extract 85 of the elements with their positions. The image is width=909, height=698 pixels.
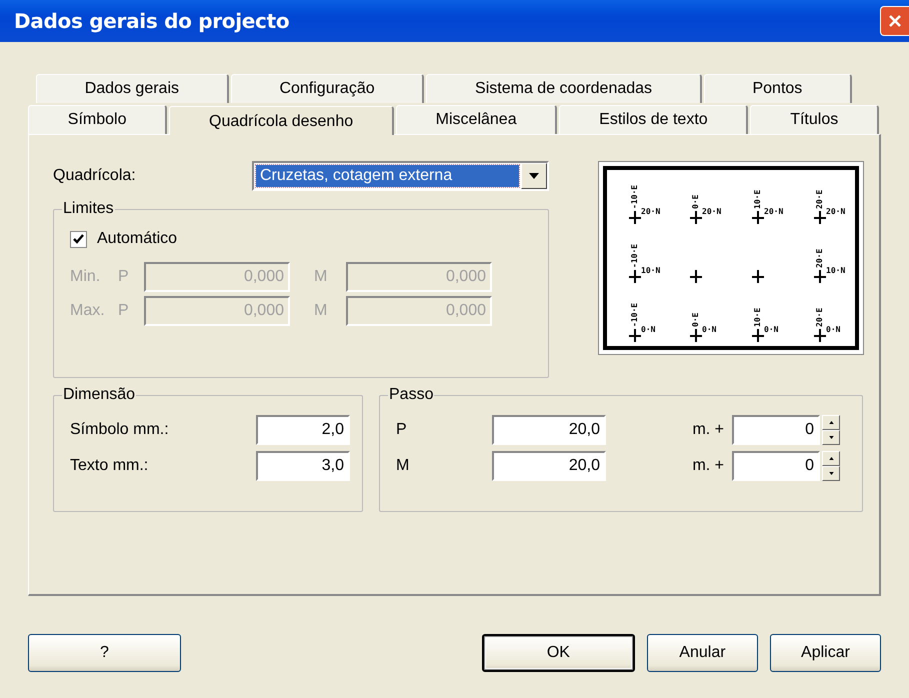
easting-label: -10·E: [630, 184, 639, 209]
tab[interactable]: Pontos: [704, 74, 852, 103]
tab[interactable]: Quadrícola desenho: [169, 106, 394, 135]
easting-label: -10·E: [630, 302, 639, 327]
input-field[interactable]: 2,0: [256, 415, 350, 445]
cross-mark: [689, 328, 703, 343]
checkmark-icon: [73, 234, 84, 244]
cross-mark: [628, 328, 642, 343]
northing-label: 0·N: [826, 325, 840, 334]
group-title: Dimensão: [62, 386, 136, 404]
field-label: m. +: [691, 457, 725, 475]
dialog-button[interactable]: Anular: [646, 634, 758, 672]
northing-label: 20·N: [702, 207, 722, 216]
easting-label: 20·E: [815, 190, 824, 209]
cross-mark: [689, 269, 703, 284]
down-arrow-icon: [828, 436, 834, 439]
input-field[interactable]: 0: [732, 415, 820, 445]
up-arrow-icon: [828, 457, 834, 460]
easting-label: 10·E: [753, 190, 762, 209]
dropdown-value: Cruzetas, cotagem externa: [256, 165, 519, 187]
down-arrow-icon: [828, 472, 834, 475]
easting-label: 0·E: [691, 194, 700, 209]
dialog-button[interactable]: ?: [28, 634, 181, 672]
northing-label: 20·N: [764, 207, 784, 216]
spin-down-button[interactable]: [822, 466, 840, 481]
field-label: Símbolo mm.:: [69, 421, 170, 439]
easting-label: 10·E: [753, 308, 762, 327]
field-label: m. +: [691, 421, 725, 439]
easting-label: -10·E: [630, 244, 639, 268]
cross-mark: [813, 269, 827, 284]
tab[interactable]: Miscelânea: [396, 105, 558, 134]
field-label: M: [314, 268, 328, 286]
caret-icon: [529, 173, 539, 179]
field-label: P: [118, 302, 130, 320]
cross-mark: [813, 328, 827, 343]
grid-style-dropdown[interactable]: Cruzetas, cotagem externa: [252, 161, 549, 191]
row-label: Min.: [69, 268, 102, 286]
easting-label: 20·E: [815, 308, 824, 327]
northing-label: 0·N: [641, 325, 656, 334]
input-field[interactable]: 3,0: [256, 451, 350, 481]
up-arrow-icon: [828, 421, 834, 424]
input-field[interactable]: 20,0: [492, 415, 606, 445]
field-label: P: [118, 268, 130, 286]
northing-label: 10·N: [826, 266, 846, 275]
row-label: Max.: [69, 302, 106, 320]
easting-label: 20·E: [815, 248, 824, 268]
group-title: Limites: [62, 200, 115, 218]
close-button[interactable]: [880, 6, 909, 36]
northing-label: 10·N: [641, 266, 660, 275]
cross-mark: [628, 210, 642, 225]
tab[interactable]: Símbolo: [28, 105, 168, 134]
tab[interactable]: Configuração: [230, 74, 424, 103]
dropdown-button[interactable]: [521, 163, 547, 189]
group-title: Passo: [388, 386, 434, 404]
tab[interactable]: Estilos de texto: [559, 105, 748, 134]
field-label: Texto mm.:: [69, 457, 150, 475]
cross-mark: [628, 269, 642, 284]
northing-label: 0·N: [702, 325, 716, 334]
dialog-button[interactable]: Aplicar: [770, 634, 881, 672]
northing-label: 20·N: [641, 207, 660, 216]
cross-mark: [751, 269, 765, 284]
window-title: Dados gerais do projecto: [14, 9, 290, 33]
northing-label: 20·N: [826, 207, 846, 216]
easting-label: 0·E: [691, 312, 700, 327]
cross-mark: [751, 210, 765, 225]
cross-mark: [689, 210, 703, 225]
tab[interactable]: Títulos: [750, 105, 879, 134]
cross-mark: [813, 210, 827, 225]
field-label: M: [314, 302, 328, 320]
field-label: M: [395, 457, 410, 475]
cross-mark: [751, 328, 765, 343]
dialog-button[interactable]: OK: [482, 634, 635, 672]
tab[interactable]: Sistema de coordenadas: [426, 74, 702, 103]
input-field[interactable]: 20,0: [492, 451, 606, 481]
northing-label: 0·N: [764, 325, 778, 334]
tab[interactable]: Dados gerais: [36, 74, 229, 103]
field-label: P: [395, 421, 408, 439]
field-label: Quadrícola:: [53, 167, 136, 185]
checkbox-label: Automático: [97, 230, 178, 248]
input-field[interactable]: 0: [732, 451, 820, 481]
spin-down-button[interactable]: [822, 430, 840, 445]
close-icon: [888, 14, 902, 28]
spin-up-button[interactable]: [822, 415, 840, 430]
spin-up-button[interactable]: [822, 451, 840, 466]
checkbox[interactable]: [70, 230, 87, 248]
